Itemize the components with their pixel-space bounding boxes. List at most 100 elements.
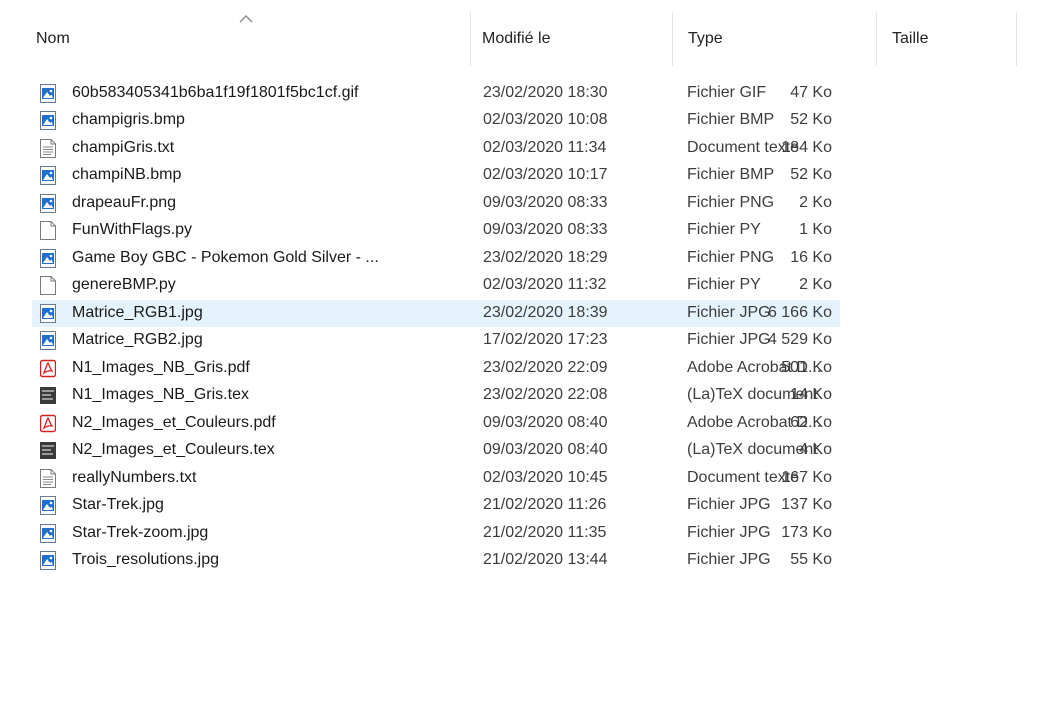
image-file-icon (40, 524, 56, 543)
image-file-icon (40, 166, 56, 185)
file-size: 4 Ko (799, 441, 832, 458)
file-size: 1 Ko (799, 221, 832, 238)
file-size: 52 Ko (790, 111, 832, 128)
file-row[interactable]: 60b583405341b6ba1f19f1801f5bc1cf.gif 23/0… (32, 80, 840, 107)
column-header-type[interactable]: Type (680, 12, 876, 66)
file-name: Matrice_RGB1.jpg (72, 304, 203, 321)
file-row[interactable]: genereBMP.py 02/03/2020 11:32 Fichier PY 2 … (32, 272, 840, 299)
file-size: 14 Ko (790, 386, 832, 403)
file-size: 62 Ko (790, 414, 832, 431)
file-type: Fichier PNG (687, 194, 775, 211)
file-name: Star-Trek.jpg (72, 496, 164, 513)
file-modified-date: 21/02/2020 11:26 (483, 496, 607, 513)
column-divider[interactable] (876, 12, 877, 66)
file-row[interactable]: drapeauFr.png 09/03/2020 08:33 Fichier PNG… (32, 190, 840, 217)
file-name: N1_Images_NB_Gris.pdf (72, 359, 250, 376)
tex-file-icon (40, 386, 56, 405)
file-size: 173 Ko (781, 524, 832, 541)
file-size: 16 Ko (790, 249, 832, 266)
file-modified-date: 23/02/2020 22:08 (483, 386, 608, 403)
file-size: 47 Ko (790, 84, 832, 101)
file-modified-date: 09/03/2020 08:40 (483, 441, 608, 458)
file-type: Fichier JPG (687, 331, 771, 348)
image-file-icon (40, 194, 56, 213)
file-name: champiNB.bmp (72, 166, 182, 183)
file-row[interactable]: Matrice_RGB1.jpg 23/02/2020 18:39 Fichier … (32, 300, 840, 327)
file-size: 4 529 Ko (767, 331, 832, 348)
text-file-icon (40, 139, 56, 158)
tex-file-icon (40, 441, 56, 460)
file-size: 137 Ko (781, 496, 832, 513)
column-header-size[interactable]: Taille (884, 12, 1016, 66)
file-name: N1_Images_NB_Gris.tex (72, 386, 249, 403)
blank-file-icon (40, 221, 56, 240)
file-modified-date: 02/03/2020 10:17 (483, 166, 608, 183)
file-name: Matrice_RGB2.jpg (72, 331, 203, 348)
column-header-name-label: Nom (36, 30, 70, 47)
file-modified-date: 23/02/2020 18:30 (483, 84, 608, 101)
pdf-file-icon (40, 359, 56, 378)
file-name: N2_Images_et_Couleurs.tex (72, 441, 275, 458)
file-size: 52 Ko (790, 166, 832, 183)
image-file-icon (40, 111, 56, 130)
column-header-name[interactable]: Nom (28, 12, 470, 66)
blank-file-icon (40, 276, 56, 295)
file-row[interactable]: champiGris.txt 02/03/2020 11:34 Document t… (32, 135, 840, 162)
file-name: champiGris.txt (72, 139, 175, 156)
file-size: 55 Ko (790, 551, 832, 568)
column-header-size-label: Taille (892, 30, 929, 47)
file-modified-date: 09/03/2020 08:40 (483, 414, 608, 431)
file-name: drapeauFr.png (72, 194, 177, 211)
file-name: Game Boy GBC - Pokemon Gold Silver - ... (72, 249, 379, 266)
file-name: reallyNumbers.txt (72, 469, 197, 486)
column-header-bar: Nom Modifié le Type Taille (0, 0, 1040, 80)
file-row[interactable]: Trois_resolutions.jpg 21/02/2020 13:44 Fic… (32, 547, 840, 574)
file-row[interactable]: N1_Images_NB_Gris.pdf 23/02/2020 22:09 Ado… (32, 355, 840, 382)
file-type: Fichier JPG (687, 304, 771, 321)
file-type: Fichier JPG (687, 496, 771, 513)
file-type: Fichier BMP (687, 166, 775, 183)
file-modified-date: 17/02/2020 17:23 (483, 331, 608, 348)
file-row[interactable]: N2_Images_et_Couleurs.pdf 09/03/2020 08:4… (32, 410, 840, 437)
image-file-icon (40, 249, 56, 268)
file-size: 184 Ko (781, 139, 832, 156)
column-header-modified[interactable]: Modifié le (474, 12, 672, 66)
file-modified-date: 09/03/2020 08:33 (483, 194, 608, 211)
file-modified-date: 02/03/2020 10:45 (483, 469, 608, 486)
column-divider[interactable] (470, 12, 471, 66)
file-row[interactable]: N1_Images_NB_Gris.tex 23/02/2020 22:08 (La… (32, 382, 840, 409)
file-size: 167 Ko (781, 469, 832, 486)
file-row[interactable]: champiNB.bmp 02/03/2020 10:17 Fichier BMP 5… (32, 162, 840, 189)
file-row[interactable]: champigris.bmp 02/03/2020 10:08 Fichier BM… (32, 107, 840, 134)
file-name: Trois_resolutions.jpg (72, 551, 220, 568)
file-modified-date: 23/02/2020 22:09 (483, 359, 608, 376)
column-divider[interactable] (672, 12, 673, 66)
file-type: Fichier JPG (687, 524, 771, 541)
file-modified-date: 23/02/2020 18:29 (483, 249, 608, 266)
file-name: FunWithFlags.py (72, 221, 193, 238)
file-type: Fichier JPG (687, 551, 771, 568)
file-size: 6 166 Ko (767, 304, 832, 321)
file-row[interactable]: FunWithFlags.py 09/03/2020 08:33 Fichier P… (32, 217, 840, 244)
file-row[interactable]: Star-Trek.jpg 21/02/2020 11:26 Fichier JPG… (32, 492, 840, 519)
file-name: genereBMP.py (72, 276, 176, 293)
file-name: N2_Images_et_Couleurs.pdf (72, 414, 276, 431)
file-row[interactable]: N2_Images_et_Couleurs.tex 09/03/2020 08:4… (32, 437, 840, 464)
file-type: Fichier BMP (687, 111, 775, 128)
image-file-icon (40, 304, 56, 323)
pdf-file-icon (40, 414, 56, 433)
file-name: champigris.bmp (72, 111, 185, 128)
file-row[interactable]: Matrice_RGB2.jpg 17/02/2020 17:23 Fichier … (32, 327, 840, 354)
file-modified-date: 23/02/2020 18:39 (483, 304, 608, 321)
image-file-icon (40, 331, 56, 350)
file-list-view: Nom Modifié le Type Taille 60b583405341b… (0, 0, 1040, 711)
file-row[interactable]: reallyNumbers.txt 02/03/2020 10:45 Documen… (32, 465, 840, 492)
file-modified-date: 02/03/2020 10:08 (483, 111, 608, 128)
file-modified-date: 21/02/2020 13:44 (483, 551, 608, 568)
column-divider[interactable] (1016, 12, 1017, 66)
column-header-modified-label: Modifié le (482, 30, 551, 47)
file-size: 2 Ko (799, 194, 832, 211)
file-row[interactable]: Star-Trek-zoom.jpg 21/02/2020 11:35 Fichie… (32, 520, 840, 547)
file-row[interactable]: Game Boy GBC - Pokemon Gold Silver - ...… (32, 245, 840, 272)
file-name: Star-Trek-zoom.jpg (72, 524, 209, 541)
